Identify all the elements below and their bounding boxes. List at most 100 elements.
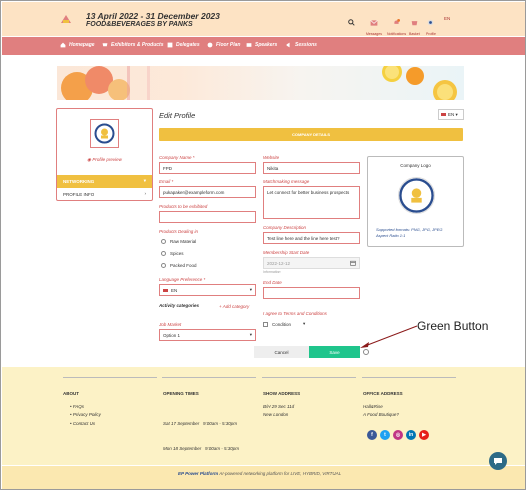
start-date-help: Information: [263, 270, 281, 274]
footer-link-privacy[interactable]: • Privacy Policy: [70, 411, 101, 419]
nav-sessions[interactable]: Sessions: [286, 42, 317, 48]
basket-icon: [411, 21, 418, 26]
nav-delegates[interactable]: Delegates: [167, 42, 200, 48]
footer-about-links: • FAQs • Privacy Policy • Contact Us: [70, 403, 101, 428]
logo-aspect-text: Aspect Ratio 1:1: [376, 232, 406, 238]
start-date-input[interactable]: 2022-12-12: [263, 257, 360, 269]
products-label: Products Dealing in: [159, 229, 199, 234]
tab-networking[interactable]: NETWORKING ▾: [57, 175, 152, 188]
footer-about-title: ABOUT: [63, 391, 79, 396]
chevron-down-icon: ▾: [249, 287, 252, 292]
twitter-icon[interactable]: t: [380, 430, 390, 440]
nav-speakers-label: Speakers: [255, 42, 278, 48]
footer-show-address: B/H 29 Sec 11d New London: [263, 403, 294, 420]
instagram-icon[interactable]: ◎: [393, 430, 403, 440]
flag-icon: [163, 289, 168, 292]
profile-preview-link[interactable]: ◉ Profile preview: [57, 157, 152, 163]
save-button[interactable]: Save: [309, 346, 360, 358]
nav-floor-plan-label: Floor Plan: [216, 42, 241, 48]
email-input[interactable]: pukapaker@exampleform.com: [159, 186, 256, 198]
main-navigation: Homepage Exhibitors & Products Delegates…: [2, 37, 525, 55]
profile-preview-label: Profile preview: [92, 157, 122, 162]
footer-office-address: Hall&Rise A Food Boutique?: [363, 403, 399, 420]
cancel-button[interactable]: Cancel: [254, 346, 309, 358]
end-date-label: End Date: [263, 280, 282, 285]
tab-profile-info[interactable]: PROFILE INFO ›: [57, 189, 152, 201]
home-icon: [60, 42, 66, 48]
footer-office-address-title: OFFICE ADDRESS: [363, 391, 403, 396]
basket-label: Basket: [409, 32, 420, 36]
nav-speakers[interactable]: Speakers: [246, 42, 277, 48]
profile-icon: [428, 19, 434, 26]
footer-opening-title: OPENING TIMES: [163, 391, 199, 396]
notifications-button[interactable]: Notifications: [387, 13, 406, 36]
notifications-icon: [394, 19, 401, 24]
footer-link-faqs[interactable]: • FAQs: [70, 403, 101, 411]
delegates-icon: [167, 42, 173, 48]
job-market-value: Option 1: [163, 333, 181, 338]
radio-raw-material-label: Raw Material: [170, 239, 197, 244]
basket-button[interactable]: Basket: [409, 13, 420, 36]
messages-label: Messages: [366, 32, 382, 36]
footer-divider: [362, 377, 456, 378]
footer-link-contact[interactable]: • Contact Us: [70, 420, 101, 428]
email-label: Email *: [159, 179, 174, 184]
radio-icon: [161, 263, 166, 268]
company-details-button[interactable]: COMPANY DETAILS: [159, 128, 463, 141]
contact-input[interactable]: [159, 211, 256, 223]
event-name: FOOD&BEVERAGES BY PANKS: [86, 21, 193, 28]
networking-message-label: Matchmaking message: [263, 179, 310, 184]
office-address-line: A Food Boutique?: [363, 412, 399, 418]
company-name-input[interactable]: FPD: [159, 162, 256, 174]
end-date-input[interactable]: [263, 287, 360, 299]
opening-row: Sat 17 September 9:00am - 5:30pm: [163, 420, 238, 426]
page-frame: 13 April 2022 - 31 December 2023 FOOD&BE…: [0, 0, 526, 490]
logo-formats-text: Supported formats: PNG, JPG, JPEG: [376, 227, 443, 232]
nav-sessions-label: Sessions: [295, 42, 317, 48]
company-name-label: Company Name *: [159, 155, 195, 160]
radio-packed-food[interactable]: Packed Food: [161, 263, 197, 268]
job-market-label: Job Market: [159, 322, 182, 327]
search-icon: [348, 19, 355, 26]
company-logo-image: [398, 177, 435, 214]
search-button[interactable]: [348, 13, 355, 31]
nav-homepage[interactable]: Homepage: [60, 42, 95, 48]
language-preference-label: Language Preference *: [159, 277, 206, 282]
nav-delegates-label: Delegates: [176, 42, 200, 48]
top-header: 13 April 2022 - 31 December 2023 FOOD&BE…: [2, 2, 525, 36]
language-preference-select[interactable]: EN ▾: [159, 284, 256, 296]
networking-message-textarea[interactable]: Let connect for better business prospect…: [263, 186, 360, 219]
add-category-link[interactable]: + Add category: [219, 304, 249, 309]
activity-categories-label: Activity categories: [159, 303, 200, 308]
footer-link-contact-label: Contact Us: [72, 420, 96, 426]
job-market-select[interactable]: Option 1 ▾: [159, 329, 256, 341]
linkedin-icon[interactable]: in: [406, 430, 416, 440]
youtube-icon[interactable]: ▶: [419, 430, 429, 440]
radio-icon: [161, 251, 166, 256]
profile-label: Profile: [426, 32, 436, 36]
terms-checkbox[interactable]: Condition ▾: [263, 321, 305, 327]
tab-networking-label: NETWORKING: [63, 179, 95, 184]
top-language-selector[interactable]: EN: [444, 16, 450, 21]
terms-option-label: Condition: [272, 321, 292, 327]
start-date-value: 2022-12-12: [267, 261, 291, 266]
radio-spices[interactable]: Spices: [161, 251, 184, 256]
nav-exhibitors[interactable]: Exhibitors & Products: [102, 42, 164, 48]
messages-icon: [370, 20, 378, 26]
chat-button[interactable]: [489, 452, 507, 470]
nav-exhibitors-label: Exhibitors & Products: [111, 42, 164, 48]
radio-raw-material[interactable]: Raw Material: [161, 239, 196, 244]
form-language-selector[interactable]: EN ▾: [438, 109, 464, 120]
floor-plan-icon: [207, 42, 213, 48]
profile-button[interactable]: Profile: [426, 13, 436, 36]
top-language-label: EN: [444, 16, 451, 21]
facebook-icon[interactable]: f: [367, 430, 377, 440]
footer-divider: [63, 377, 157, 378]
nav-floor-plan[interactable]: Floor Plan: [207, 42, 240, 48]
show-address-line: B/H 29 Sec 11d: [263, 404, 295, 409]
fruit-banner-image: [61, 66, 457, 100]
company-logo-panel[interactable]: Company Logo Supported formats: PNG, JPG…: [367, 156, 464, 247]
company-description-input[interactable]: Test line here and the line here test?: [263, 232, 360, 244]
website-input[interactable]: Nikita: [263, 162, 360, 174]
messages-button[interactable]: Messages: [366, 13, 382, 36]
